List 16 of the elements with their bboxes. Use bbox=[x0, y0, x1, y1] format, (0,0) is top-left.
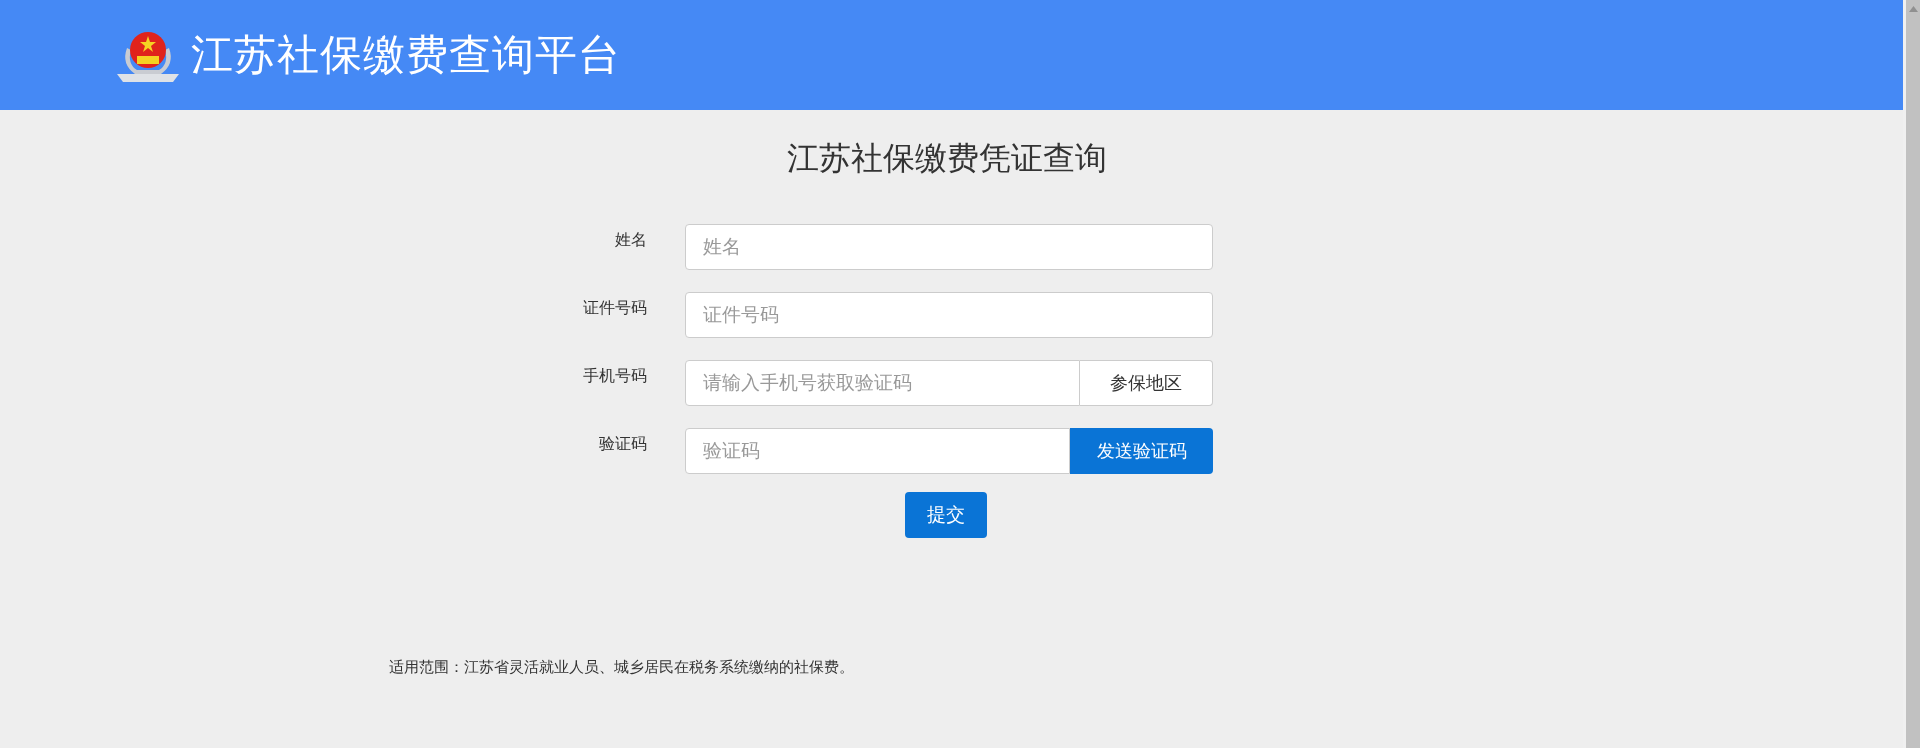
field-label: 手机号码 bbox=[582, 366, 647, 386]
input-field[interactable]: 验证码 bbox=[685, 428, 1070, 474]
field-label: 姓名 bbox=[614, 230, 647, 250]
input-field[interactable]: 姓名 bbox=[685, 224, 1213, 270]
page-title: 江苏社保缴费凭证查询 bbox=[785, 139, 1108, 178]
scrollbar[interactable] bbox=[1903, 0, 1920, 748]
input-field[interactable]: 请输入手机号获取验证码 bbox=[685, 360, 1080, 406]
send-code-button[interactable]: 发送验证码 bbox=[1070, 428, 1213, 474]
field-label: 证件号码 bbox=[582, 298, 647, 318]
input-field[interactable]: 证件号码 bbox=[685, 292, 1213, 338]
submit-button[interactable]: 提交 bbox=[904, 492, 987, 538]
site-title: 江苏社保缴费查询平台 bbox=[191, 34, 621, 76]
scroll-up-icon[interactable] bbox=[1908, 6, 1918, 12]
region-selector[interactable]: 参保地区 bbox=[1080, 360, 1213, 406]
field-label: 验证码 bbox=[598, 434, 647, 454]
scope-note: 适用范围：江苏省灵活就业人员、城乡居民在税务系统缴纳的社保费。 bbox=[389, 657, 855, 677]
